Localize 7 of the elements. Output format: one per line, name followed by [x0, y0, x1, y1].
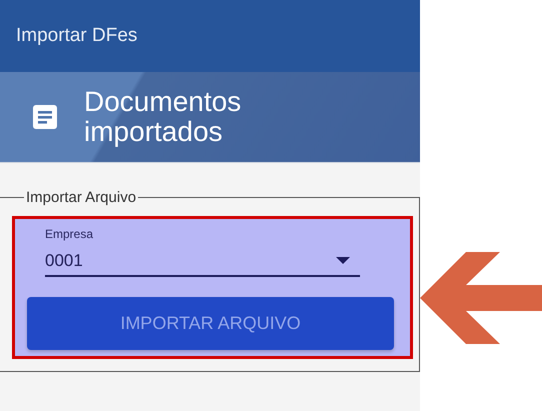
document-icon	[32, 104, 58, 130]
left-arrow-icon	[420, 252, 542, 344]
caret-icon	[336, 257, 350, 265]
fieldset-legend: Importar Arquivo	[24, 189, 138, 206]
page-title: Documentos importados	[84, 87, 242, 147]
empresa-select[interactable]: Empresa 0001	[45, 227, 360, 277]
app-title: Importar DFes	[16, 25, 138, 47]
